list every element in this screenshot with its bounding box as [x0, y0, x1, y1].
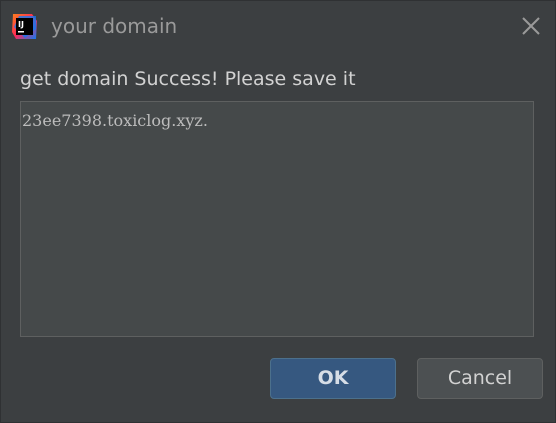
domain-text-area[interactable]: 23ee7398.toxiclog.xyz.	[20, 101, 534, 337]
cancel-button[interactable]: Cancel	[417, 358, 543, 399]
title-bar: IJ your domain	[1, 1, 556, 51]
close-icon[interactable]	[519, 14, 543, 38]
intellij-idea-icon: IJ	[10, 12, 39, 41]
success-message: get domain Success! Please save it	[20, 68, 356, 90]
domain-dialog: IJ your domain get domain Success! Pleas…	[0, 0, 556, 423]
svg-text:IJ: IJ	[18, 20, 24, 29]
ok-button[interactable]: OK	[270, 358, 396, 399]
window-title: your domain	[51, 14, 178, 38]
